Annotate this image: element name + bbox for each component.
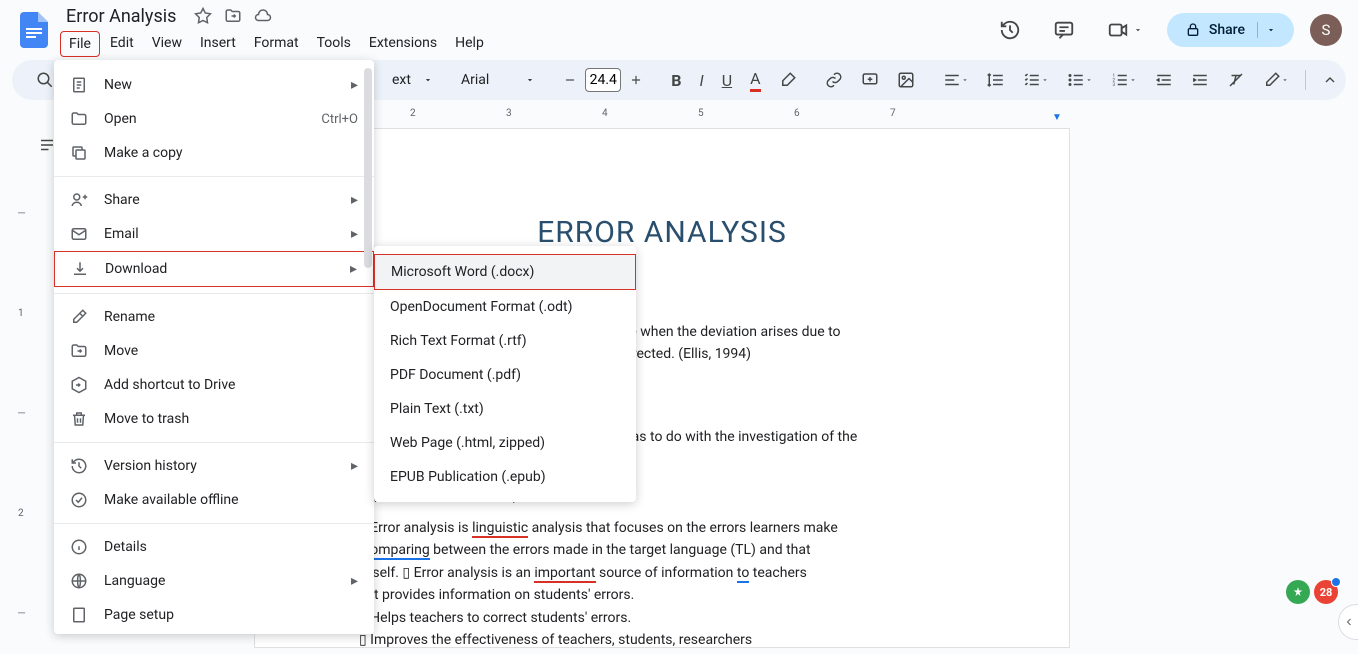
meet-button[interactable] (1099, 11, 1151, 49)
submenu-arrow-icon: ▸ (350, 261, 357, 277)
explore-badge[interactable] (1286, 580, 1310, 604)
insert-link-button[interactable] (817, 65, 851, 95)
person-add-icon (70, 191, 90, 209)
share-label: Share (1209, 22, 1245, 38)
move-icon (70, 342, 90, 360)
download-option-6[interactable]: EPUB Publication (.epub) (374, 460, 636, 494)
editing-mode-button[interactable] (1255, 65, 1297, 95)
menu-format[interactable]: Format (246, 31, 307, 57)
clear-formatting-button[interactable] (1219, 65, 1253, 95)
download-icon (71, 260, 91, 278)
menu-scrollbar[interactable] (364, 68, 372, 268)
file-menu-page-setup[interactable]: Page setup (54, 598, 374, 632)
docs-logo[interactable] (16, 12, 52, 48)
file-menu-details[interactable]: Details (54, 530, 374, 564)
star-icon[interactable] (194, 7, 212, 25)
menu-edit[interactable]: Edit (102, 31, 142, 57)
shortcut-icon (70, 376, 90, 394)
menu-tools[interactable]: Tools (309, 31, 359, 57)
trash-icon (70, 410, 90, 428)
file-menu-share[interactable]: Share ▸ (54, 183, 374, 217)
underline-button[interactable]: U (714, 65, 740, 96)
file-menu-make-available-offline[interactable]: Make available offline (54, 483, 374, 517)
download-option-2[interactable]: Rich Text Format (.rtf) (374, 324, 636, 358)
download-option-0[interactable]: Microsoft Word (.docx) (374, 254, 636, 290)
svg-text:3: 3 (1112, 82, 1115, 88)
collapse-toolbar-button[interactable] (1314, 66, 1346, 94)
file-menu-make-a-copy[interactable]: Make a copy (54, 136, 374, 170)
horizontal-ruler[interactable]: 1 2 3 4 5 6 7 ▼ (254, 108, 1074, 122)
doc-icon (70, 76, 90, 94)
menu-help[interactable]: Help (447, 31, 492, 57)
paragraph-style-select[interactable]: ext (384, 68, 441, 92)
offline-icon (70, 491, 90, 509)
bold-button[interactable]: B (663, 65, 689, 96)
share-button[interactable]: Share (1167, 13, 1294, 47)
info-icon (70, 538, 90, 556)
cloud-status-icon[interactable] (254, 7, 272, 25)
download-option-5[interactable]: Web Page (.html, zipped) (374, 426, 636, 460)
menu-file[interactable]: File (60, 31, 100, 57)
submenu-arrow-icon: ▸ (351, 458, 358, 474)
menu-bar: File Edit View Insert Format Tools Exten… (60, 31, 991, 57)
menu-extensions[interactable]: Extensions (361, 31, 445, 57)
move-folder-icon[interactable] (224, 7, 242, 25)
file-menu-email[interactable]: Email ▸ (54, 217, 374, 251)
increase-font-size[interactable] (621, 67, 651, 93)
submenu-arrow-icon: ▸ (351, 573, 358, 589)
align-button[interactable] (935, 65, 977, 95)
bullet-list-button[interactable] (1059, 65, 1101, 95)
file-menu-print[interactable]: Print Ctrl+P (54, 632, 374, 634)
insert-image-button[interactable] (889, 65, 923, 95)
italic-button[interactable]: I (691, 65, 711, 96)
font-size-input[interactable] (585, 68, 621, 92)
checklist-button[interactable] (1015, 65, 1057, 95)
document-title[interactable]: Error Analysis (60, 4, 182, 29)
file-menu-dropdown: New ▸ Open Ctrl+O Make a copy Share ▸ Em… (54, 60, 374, 634)
body-text: alysis has to do with the investigation … (585, 426, 979, 448)
vertical-ruler[interactable]: ─ 1 ─ 2 ─ (18, 128, 32, 648)
increase-indent-button[interactable] (1183, 65, 1217, 95)
numbered-list-button[interactable]: 123 (1103, 65, 1145, 95)
file-menu-open[interactable]: Open Ctrl+O (54, 102, 374, 136)
history-icon[interactable] (991, 11, 1029, 49)
globe-icon (70, 572, 90, 590)
page-icon (70, 606, 90, 624)
submenu-arrow-icon: ▸ (351, 77, 358, 93)
download-option-1[interactable]: OpenDocument Format (.odt) (374, 290, 636, 324)
history-icon (70, 457, 90, 475)
menu-insert[interactable]: Insert (192, 31, 244, 57)
menu-view[interactable]: View (144, 31, 190, 57)
decrease-font-size[interactable] (555, 67, 585, 93)
body-text: es place when the deviation arises due t… (585, 321, 979, 343)
download-option-4[interactable]: Plain Text (.txt) (374, 392, 636, 426)
tab-stop-indicator[interactable]: ▼ (1052, 112, 1062, 123)
file-menu-language[interactable]: Language ▸ (54, 564, 374, 598)
decrease-indent-button[interactable] (1147, 65, 1181, 95)
file-menu-move[interactable]: Move (54, 334, 374, 368)
submenu-arrow-icon: ▸ (351, 226, 358, 242)
notification-badge[interactable]: 28 (1314, 580, 1338, 604)
file-menu-rename[interactable]: Rename (54, 300, 374, 334)
file-menu-new[interactable]: New ▸ (54, 68, 374, 102)
file-menu-download[interactable]: Download ▸ (54, 251, 374, 287)
line-spacing-button[interactable] (979, 65, 1013, 95)
account-avatar[interactable]: S (1310, 14, 1342, 46)
text-color-button[interactable]: A (742, 63, 768, 98)
download-option-3[interactable]: PDF Document (.pdf) (374, 358, 636, 392)
folder-icon (70, 110, 90, 128)
download-submenu: Microsoft Word (.docx)OpenDocument Forma… (374, 246, 636, 502)
font-family-select[interactable]: Arial (453, 68, 543, 92)
comments-icon[interactable] (1045, 11, 1083, 49)
rename-icon (70, 308, 90, 326)
body-text: self-corrected. (Ellis, 1994) (585, 343, 979, 365)
mail-icon (70, 225, 90, 243)
copy-icon (70, 144, 90, 162)
file-menu-version-history[interactable]: Version history ▸ (54, 449, 374, 483)
submenu-arrow-icon: ▸ (351, 192, 358, 208)
file-menu-add-shortcut-to-drive[interactable]: Add shortcut to Drive (54, 368, 374, 402)
add-comment-button[interactable] (853, 65, 887, 95)
highlight-button[interactable] (771, 65, 805, 95)
file-menu-move-to-trash[interactable]: Move to trash (54, 402, 374, 436)
